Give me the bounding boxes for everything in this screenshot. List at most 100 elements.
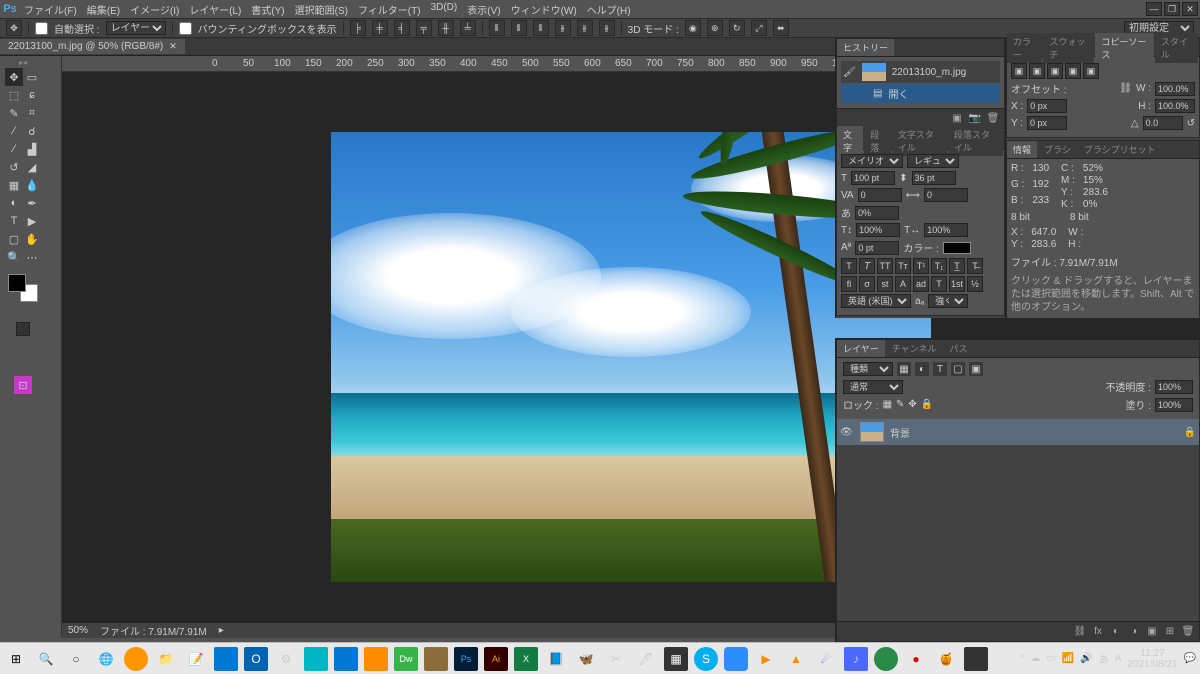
swatch-tab[interactable]: スウォッチ [1043,33,1094,63]
firefox-icon[interactable] [124,647,148,671]
superscript-button[interactable]: T¹ [913,258,929,274]
distribute-3-icon[interactable]: ⫴ [533,20,549,36]
app-icon-11[interactable]: ♪ [844,647,868,671]
visibility-icon[interactable]: 👁 [840,427,854,438]
move-tool[interactable]: ✥ [5,68,23,86]
font-family[interactable]: メイリオ [841,154,903,168]
document-tab[interactable]: 22013100_m.jpg @ 50% (RGB/8#) ✕ [0,39,185,54]
app-icon-14[interactable] [964,647,988,671]
subscript-button[interactable]: T₁ [931,258,947,274]
filter-pixel-icon[interactable]: ▦ [897,362,911,376]
menu-type[interactable]: 書式(Y) [247,0,288,19]
align-left-icon[interactable]: ╞ [350,20,366,36]
record-icon[interactable]: ● [904,647,928,671]
auto-select-checkbox[interactable] [35,22,48,35]
menu-3d[interactable]: 3D(D) [427,0,462,19]
show-bbox-checkbox[interactable] [179,22,192,35]
hscale[interactable] [924,223,968,237]
mode3d-5-icon[interactable]: ⬌ [773,20,789,36]
mode3d-2-icon[interactable]: ⊕ [707,20,723,36]
allcaps-button[interactable]: TT [877,258,893,274]
media-icon[interactable]: ▶ [754,647,778,671]
screen-mode[interactable]: ⊡ [14,376,32,394]
language[interactable]: 英語 (米国) [841,294,911,308]
layers-tab[interactable]: レイヤー [837,340,885,357]
brush-tool[interactable]: ⁄ [5,140,23,158]
lock-pos-icon[interactable]: ✥ [908,399,916,410]
offset-angle[interactable] [1143,116,1183,130]
parastyle-tab[interactable]: 段落スタイル [948,126,1003,156]
layer-name[interactable]: 背景 [890,425,910,440]
blend-mode[interactable]: 通常 [843,380,903,394]
layer-row[interactable]: 👁 背景 🔒 [837,419,1199,445]
lock-pixel-icon[interactable]: ✎ [896,399,904,410]
info-tab[interactable]: 情報 [1007,141,1037,158]
source-1[interactable]: ▣ [1011,63,1027,79]
auto-select-target[interactable]: レイヤー [106,21,166,35]
gradient-tool[interactable]: ▦ [5,176,23,194]
edit-toolbar[interactable]: ⋯ [23,248,41,266]
rectangle-tool[interactable]: ▢ [5,230,23,248]
source-4[interactable]: ▣ [1065,63,1081,79]
channels-tab[interactable]: チャンネル [886,340,943,357]
new-layer-icon[interactable]: ⊞ [1163,625,1177,639]
start-button[interactable]: ⊞ [4,647,28,671]
align-bottom-icon[interactable]: ╧ [460,20,476,36]
menu-file[interactable]: ファイル(F) [20,0,81,19]
cortana-icon[interactable]: ○ [64,647,88,671]
opentype-5[interactable]: ad [913,276,929,292]
notepad-icon[interactable]: 📝 [184,647,208,671]
brush-tab[interactable]: ブラシ [1038,141,1077,158]
crop-tool[interactable]: ⌗ [23,104,41,122]
underline-button[interactable]: T̲ [949,258,965,274]
hand-tool[interactable]: ✋ [23,230,41,248]
notifications-icon[interactable]: 💬 [1184,653,1196,664]
paths-tab[interactable]: パス [943,340,973,357]
quick-mask-toggle[interactable] [16,322,30,336]
charstyle-tab[interactable]: 文字スタイル [892,126,947,156]
tray-lang-icon[interactable]: A [1115,653,1122,664]
app-icon-8[interactable]: 🖊 [634,647,658,671]
opentype-6[interactable]: T [931,276,947,292]
link-icon[interactable]: ⛓ [1119,83,1132,94]
link-layers-icon[interactable]: ⛓ [1073,625,1087,639]
menu-edit[interactable]: 編集(E) [83,0,124,19]
mode3d-3-icon[interactable]: ↻ [729,20,745,36]
app-icon-10[interactable]: ☄ [814,647,838,671]
tray-expand-icon[interactable]: ^ [1020,653,1025,664]
filter-smart-icon[interactable]: ▣ [969,362,983,376]
lock-trans-icon[interactable]: ▦ [883,399,892,410]
filter-type-icon[interactable]: T [933,362,947,376]
filter-shape-icon[interactable]: ▢ [951,362,965,376]
offset-x[interactable] [1027,99,1067,113]
artboard-tool[interactable]: ▭ [23,68,41,86]
italic-button[interactable]: T [859,258,875,274]
distribute-6-icon[interactable]: ⫵ [599,20,615,36]
tray-ime-icon[interactable]: あ [1099,651,1109,666]
color-swatches[interactable] [8,274,38,302]
quick-select-tool[interactable]: ✎ [5,104,23,122]
opentype-1[interactable]: fi [841,276,857,292]
path-select-tool[interactable]: ▶ [23,212,41,230]
mode3d-4-icon[interactable]: ⤢ [751,20,767,36]
menu-view[interactable]: 表示(V) [463,0,504,19]
settings-icon[interactable]: ⚙ [274,647,298,671]
source-3[interactable]: ▣ [1047,63,1063,79]
move-tool-icon[interactable]: ✥ [6,20,22,36]
layer-thumbnail[interactable] [860,422,884,442]
app-icon-7[interactable]: ✂ [604,647,628,671]
zoom-tool[interactable]: 🔍 [5,248,23,266]
menu-filter[interactable]: フィルター(T) [354,0,425,19]
brushpreset-tab[interactable]: ブラシプリセット [1078,141,1162,158]
lasso-tool[interactable]: ɕ [23,86,41,104]
tray-volume-icon[interactable]: 🔊 [1080,653,1092,664]
para-tab[interactable]: 段落 [864,126,890,156]
source-2[interactable]: ▣ [1029,63,1045,79]
menu-image[interactable]: イメージ(I) [126,0,183,19]
photoshop-icon[interactable]: Ps [454,647,478,671]
zoom-level[interactable]: 50% [68,625,88,636]
app-icon-2[interactable] [334,647,358,671]
toolbox-grip[interactable]: ▸◂ [5,58,41,66]
camera-icon[interactable]: 📷 [968,112,982,126]
opentype-7[interactable]: 1st [949,276,965,292]
